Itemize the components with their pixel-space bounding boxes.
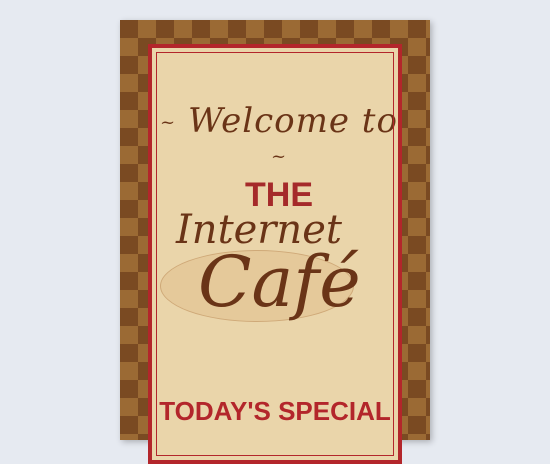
welcome-heading: ~ Welcome to ~ (152, 104, 406, 172)
dash-right: ~ (270, 146, 288, 167)
cafe-text: Café (198, 241, 361, 323)
todays-special-text: TODAY'S SPECIAL (159, 396, 391, 426)
welcome-text: Welcome to (187, 101, 398, 141)
page: { "sign": { "welcome_text": "Welcome to"… (0, 0, 550, 464)
dash-left: ~ (160, 112, 177, 133)
